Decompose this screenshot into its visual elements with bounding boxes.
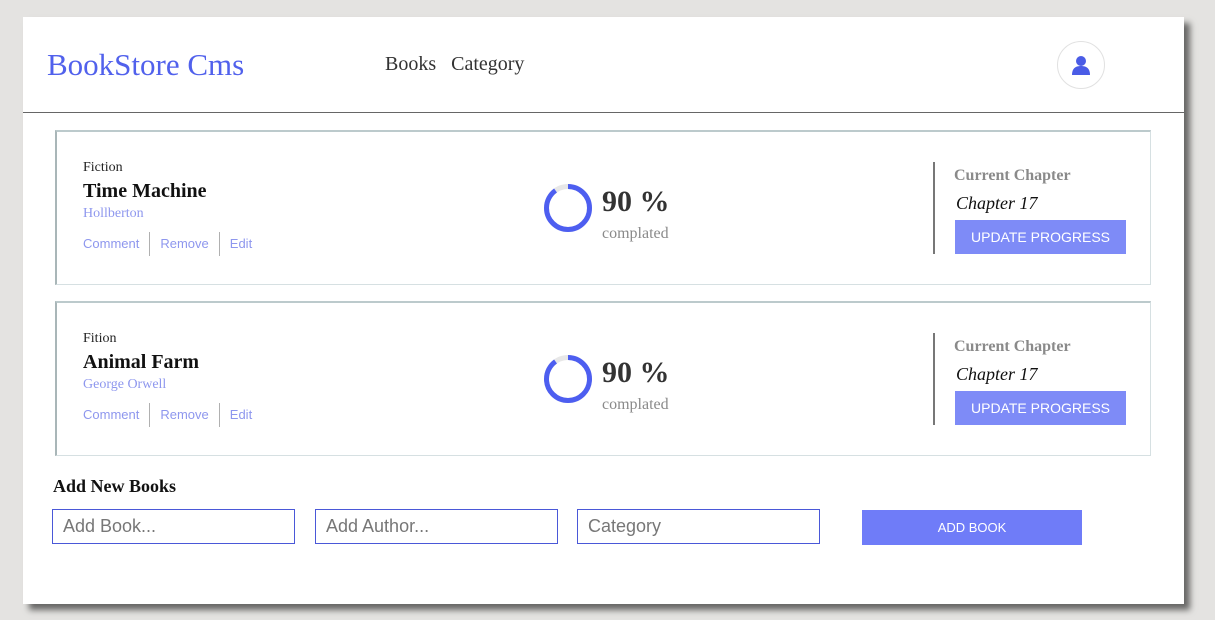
remove-button[interactable]: Remove [160,403,208,427]
author-input[interactable] [315,509,558,544]
book-genre: Fition [83,331,117,346]
nav: Books Category [385,52,524,76]
book-title: Animal Farm [83,351,200,373]
progress-ring [544,184,592,232]
current-chapter-value: Chapter 17 [956,193,1038,213]
current-chapter-label: Current Chapter [954,338,1071,355]
edit-button[interactable]: Edit [230,232,252,256]
divider [149,232,151,256]
add-new-books-title: Add New Books [53,476,177,496]
comment-button[interactable]: Comment [83,232,139,256]
category-input[interactable] [577,509,820,544]
app-window: BookStore Cms Books Category Fiction Tim… [23,17,1184,604]
book-author[interactable]: George Orwell [83,377,166,393]
book-actions: Comment Remove Edit [83,232,252,256]
book-card: Fiction Time Machine Hollberton Comment … [55,130,1151,285]
user-icon [1072,56,1090,75]
progress-percent: 90 % [602,356,670,389]
edit-button[interactable]: Edit [230,403,252,427]
nav-category[interactable]: Category [451,52,524,76]
divider [933,162,935,254]
book-title: Time Machine [83,180,207,202]
comment-button[interactable]: Comment [83,403,139,427]
completed-label: complated [602,396,669,413]
divider [218,232,220,256]
divider [933,333,935,425]
add-book-button[interactable]: ADD BOOK [862,510,1082,545]
progress-ring [544,355,592,403]
book-actions: Comment Remove Edit [83,403,252,427]
completed-label: complated [602,225,669,242]
update-progress-button[interactable]: UPDATE PROGRESS [955,391,1126,425]
remove-button[interactable]: Remove [160,232,208,256]
user-avatar-button[interactable] [1057,41,1105,89]
current-chapter-label: Current Chapter [954,167,1071,184]
progress-percent: 90 % [602,185,670,218]
current-chapter-value: Chapter 17 [956,364,1038,384]
divider [149,403,151,427]
update-progress-button[interactable]: UPDATE PROGRESS [955,220,1126,254]
header: BookStore Cms Books Category [23,17,1184,113]
book-author[interactable]: Hollberton [83,206,144,222]
book-card: Fition Animal Farm George Orwell Comment… [55,301,1151,456]
logo[interactable]: BookStore Cms [47,47,244,83]
nav-books[interactable]: Books [385,52,436,76]
book-title-input[interactable] [52,509,295,544]
book-genre: Fiction [83,160,123,175]
divider [218,403,220,427]
